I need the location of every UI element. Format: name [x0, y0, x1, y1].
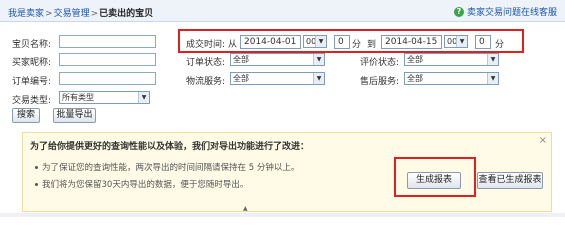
notice-item: 我们将为您保留30天内导出的数据，便于您随时导出。 — [35, 178, 248, 190]
bullet-icon — [35, 166, 38, 169]
review-status-select[interactable]: 全部 ▼ — [404, 53, 499, 66]
page-header: 我是卖家>交易管理>已卖出的宝贝 ? 卖家交易问题在线客服 — [0, 0, 565, 22]
review-status-value: 全部 — [407, 55, 423, 64]
help-link[interactable]: ? 卖家交易问题在线客服 — [453, 5, 557, 18]
question-icon: ? — [453, 6, 464, 17]
bottom-divider — [0, 213, 565, 217]
order-status-value: 全部 — [233, 55, 249, 64]
trade-type-select[interactable]: 所有类型 ▼ — [59, 91, 150, 104]
breadcrumb-my-seller[interactable]: 我是卖家 — [8, 9, 44, 19]
chevron-down-icon: ▼ — [456, 36, 467, 47]
to-minute-input[interactable]: 0 — [475, 35, 491, 49]
breadcrumb-separator: > — [45, 9, 53, 19]
after-sale-service-select[interactable]: 全部 ▼ — [404, 72, 499, 85]
breadcrumb: 我是卖家>交易管理>已卖出的宝贝 — [8, 6, 153, 19]
trade-time-label: 成交时间: — [186, 40, 226, 50]
help-link-label: 卖家交易问题在线客服 — [466, 8, 557, 18]
breadcrumb-current-page: 已卖出的宝贝 — [99, 9, 154, 19]
logistics-service-label: 物流服务: — [186, 77, 226, 87]
notice-title: 为了给你提供更好的查询性能以及体验，我们对导出功能进行了改进： — [30, 142, 310, 152]
bullet-icon — [35, 183, 38, 186]
buyer-nickname-input[interactable] — [59, 53, 156, 66]
from-label: 从 — [228, 40, 238, 50]
to-date-input[interactable]: 2014-04-15 — [381, 35, 442, 49]
order-number-input[interactable] — [59, 72, 156, 85]
buyer-nickname-label: 买家昵称: — [12, 58, 52, 68]
notice-item-text: 为了保证您的查询性能，两次导出的时间间隔请保持在 5 分钟以上。 — [42, 163, 300, 173]
close-icon[interactable]: × — [539, 135, 547, 146]
trade-type-value: 所有类型 — [62, 93, 94, 102]
from-minute-unit: 分 — [352, 40, 362, 50]
order-number-label: 订单编号: — [12, 77, 52, 87]
order-status-select[interactable]: 全部 ▼ — [230, 53, 325, 66]
to-label: 到 — [367, 40, 377, 50]
export-notice-panel: × 为了给你提供更好的查询性能以及体验，我们对导出功能进行了改进： 为了保证您的… — [22, 132, 552, 212]
chevron-down-icon: ▼ — [313, 73, 324, 84]
bulk-export-button[interactable]: 批量导出 — [53, 108, 96, 123]
search-button[interactable]: 搜索 — [12, 108, 40, 123]
from-hour-select[interactable]: 00 ▼ — [303, 35, 327, 48]
chevron-down-icon: ▼ — [313, 54, 324, 65]
notice-item: 为了保证您的查询性能，两次导出的时间间隔请保持在 5 分钟以上。 — [35, 161, 299, 173]
collapse-arrow-icon[interactable]: ▲ — [243, 205, 248, 212]
review-status-label: 评价状态: — [360, 58, 400, 68]
notice-item-text: 我们将为您保留30天内导出的数据，便于您随时导出。 — [42, 180, 249, 190]
view-generated-reports-button[interactable]: 查看已生成报表 — [477, 172, 543, 189]
chevron-down-icon: ▼ — [138, 92, 149, 103]
from-minute-input[interactable]: 0 — [334, 35, 350, 49]
after-sale-service-label: 售后服务: — [360, 77, 400, 87]
from-date-input[interactable]: 2014-04-01 — [240, 35, 301, 49]
generate-report-button[interactable]: 生成报表 — [407, 172, 461, 189]
item-name-label: 宝贝名称: — [12, 40, 52, 50]
breadcrumb-separator: > — [90, 9, 99, 19]
order-status-label: 订单状态: — [186, 58, 226, 68]
chevron-down-icon: ▼ — [315, 36, 326, 47]
logistics-service-select[interactable]: 全部 ▼ — [230, 72, 325, 85]
to-minute-unit: 分 — [495, 40, 505, 50]
after-sale-service-value: 全部 — [407, 74, 423, 83]
chevron-down-icon: ▼ — [487, 73, 498, 84]
item-name-input[interactable] — [59, 35, 156, 48]
to-hour-select[interactable]: 00 ▼ — [444, 35, 468, 48]
chevron-down-icon: ▼ — [487, 54, 498, 65]
trade-type-label: 交易类型: — [12, 96, 52, 106]
breadcrumb-trade-management[interactable]: 交易管理 — [54, 9, 90, 19]
logistics-service-value: 全部 — [233, 74, 249, 83]
